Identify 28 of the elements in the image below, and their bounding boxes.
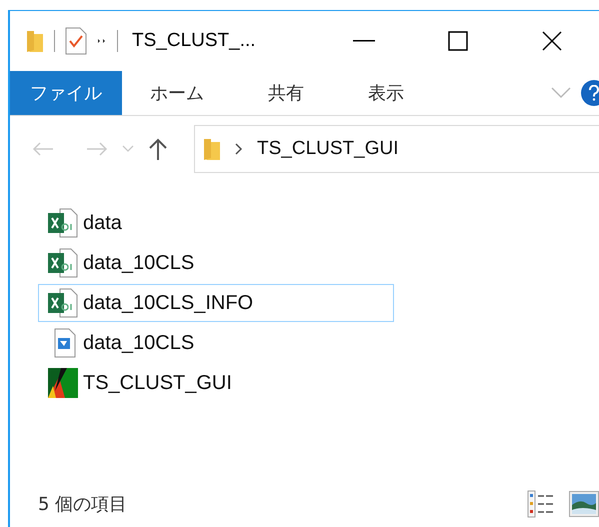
file-item[interactable]: data — [38, 204, 394, 242]
ribbon-tab[interactable]: ホーム — [122, 71, 232, 115]
spreadsheet-icon — [47, 287, 79, 319]
overflow-icon[interactable] — [97, 38, 107, 44]
maximize-icon[interactable] — [448, 31, 468, 51]
up-button[interactable] — [148, 137, 168, 161]
app-icon — [47, 367, 79, 399]
folder-icon — [203, 137, 221, 161]
checklist-icon[interactable] — [65, 27, 87, 55]
file-item[interactable]: data_10CLS — [38, 324, 394, 362]
ribbon-tab[interactable]: 共有 — [240, 71, 332, 115]
file-item[interactable]: data_10CLS_INFO — [38, 284, 394, 322]
spreadsheet-icon — [47, 247, 79, 279]
spreadsheet-icon — [47, 207, 79, 239]
item-count: 5 個の項目 — [38, 493, 128, 516]
details-view-icon[interactable] — [527, 490, 555, 518]
minimize-icon[interactable] — [353, 40, 375, 42]
file-item[interactable]: data_10CLS — [38, 244, 394, 282]
address-bar[interactable]: TS_CLUST_GUI — [194, 125, 599, 173]
file-menu-tab[interactable]: ファイル — [10, 71, 122, 115]
window-title: TS_CLUST_... — [132, 30, 256, 52]
breadcrumb[interactable]: TS_CLUST_GUI — [257, 138, 398, 160]
file-item[interactable]: TS_CLUST_GUI — [38, 364, 394, 402]
close-icon[interactable] — [542, 31, 562, 51]
folder-icon — [26, 29, 44, 53]
large-icons-view-icon[interactable] — [569, 491, 599, 517]
ribbon-tab[interactable]: 表示 — [340, 71, 432, 115]
chevron-icon — [235, 143, 243, 155]
